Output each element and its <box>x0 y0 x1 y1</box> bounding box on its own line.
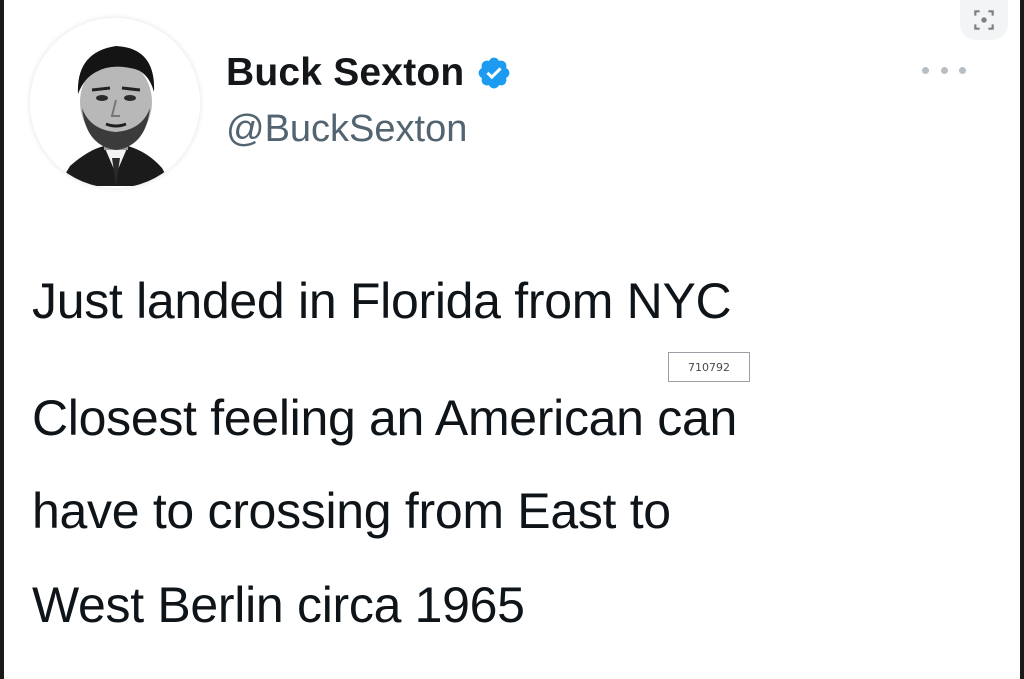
frame-border-right <box>1020 0 1024 679</box>
avatar-portrait-image <box>30 18 200 188</box>
image-id-stamp: 710792 <box>668 352 750 382</box>
more-options-icon[interactable] <box>922 60 966 80</box>
author-handle[interactable]: @BuckSexton <box>226 108 467 151</box>
author-display-name[interactable]: Buck Sexton <box>226 51 464 95</box>
frame-border-left <box>0 0 4 679</box>
tweet-text-line: Closest feeling an American can <box>32 390 737 446</box>
dot <box>959 66 966 74</box>
dot <box>922 66 929 74</box>
tweet-text-line: West Berlin circa 1965 <box>32 577 525 633</box>
tweet-text-line: have to crossing from East to <box>32 483 671 539</box>
visual-search-icon[interactable] <box>960 0 1008 40</box>
tweet-text-line: Just landed in Florida from NYC <box>32 273 732 329</box>
avatar[interactable] <box>30 18 200 188</box>
dot <box>940 66 948 74</box>
author-name-row: Buck Sexton <box>226 48 512 98</box>
verified-badge-icon <box>476 55 512 91</box>
